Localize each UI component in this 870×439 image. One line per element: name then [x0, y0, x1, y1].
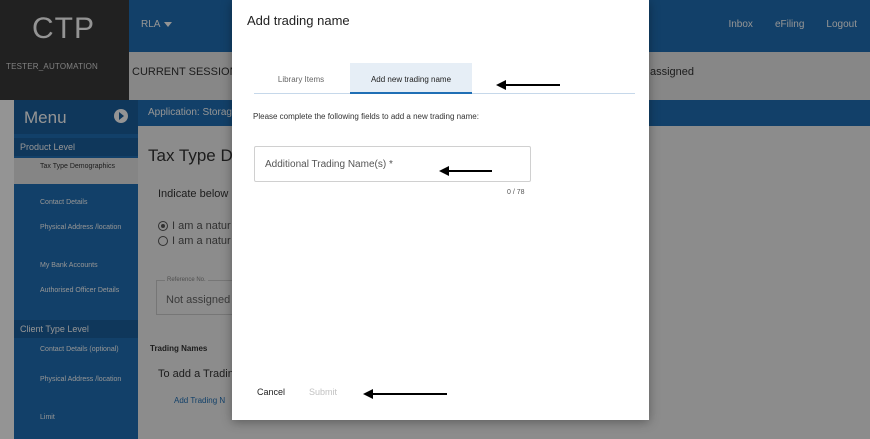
tab-add-new-trading-name[interactable]: Add new trading name — [350, 63, 472, 94]
dialog-instruction: Please complete the following fields to … — [253, 112, 479, 121]
annotation-arrow-left-icon — [363, 389, 447, 399]
dialog-tabs: Library Items Add new trading name — [254, 63, 635, 94]
character-counter: 0 / 78 — [507, 189, 525, 196]
add-trading-name-dialog: Add trading name Library Items Add new t… — [232, 0, 649, 420]
annotation-arrow-left-icon — [496, 80, 560, 90]
additional-trading-name-field[interactable] — [254, 146, 531, 182]
additional-trading-name-input[interactable] — [255, 147, 530, 181]
dialog-title: Add trading name — [247, 13, 350, 28]
cancel-button[interactable]: Cancel — [257, 387, 285, 397]
annotation-arrow-left-icon — [439, 166, 492, 176]
submit-button[interactable]: Submit — [309, 387, 337, 397]
tab-library-items[interactable]: Library Items — [254, 63, 348, 94]
